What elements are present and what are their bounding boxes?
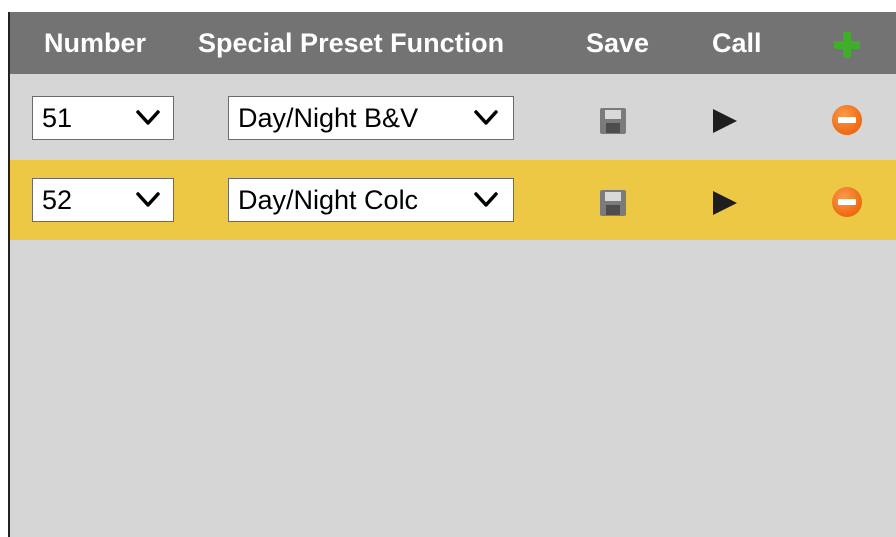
top-cut-text-strip [0, 0, 896, 12]
chevron-down-icon [136, 192, 160, 207]
preset-number-select[interactable]: 52 [32, 178, 174, 222]
call-play-icon[interactable] [713, 191, 737, 215]
preset-number-value: 52 [42, 185, 73, 215]
plus-icon-horizontal [834, 41, 860, 49]
add-preset-plus-icon[interactable] [832, 30, 862, 60]
remove-minus-circle-icon[interactable] [832, 105, 862, 135]
header-special-preset-function: Special Preset Function [198, 28, 505, 58]
table-row-highlighted: 52 Day/Night Colc [10, 160, 896, 240]
header-number: Number [44, 28, 147, 58]
chevron-down-icon [474, 110, 498, 125]
header-call: Call [712, 28, 762, 58]
header-save: Save [586, 28, 650, 58]
preset-number-value: 51 [42, 103, 73, 133]
special-function-value: Day/Night Colc [238, 185, 419, 215]
chevron-down-icon [474, 192, 498, 207]
chevron-down-icon [136, 110, 160, 125]
table-row: 51 Day/Night B&V [10, 78, 896, 158]
floppy-disk-icon[interactable] [598, 106, 628, 136]
remove-minus-circle-icon[interactable] [832, 187, 862, 217]
table-header: Number Special Preset Function Save Call [10, 12, 896, 74]
call-play-icon[interactable] [713, 109, 737, 133]
special-function-value: Day/Night B&V [238, 103, 419, 133]
floppy-disk-icon[interactable] [598, 188, 628, 218]
preset-number-select[interactable]: 51 [32, 96, 174, 140]
preset-table-panel: Number Special Preset Function Save Call… [8, 12, 896, 537]
special-function-select[interactable]: Day/Night B&V [228, 96, 514, 140]
special-function-select[interactable]: Day/Night Colc [228, 178, 514, 222]
